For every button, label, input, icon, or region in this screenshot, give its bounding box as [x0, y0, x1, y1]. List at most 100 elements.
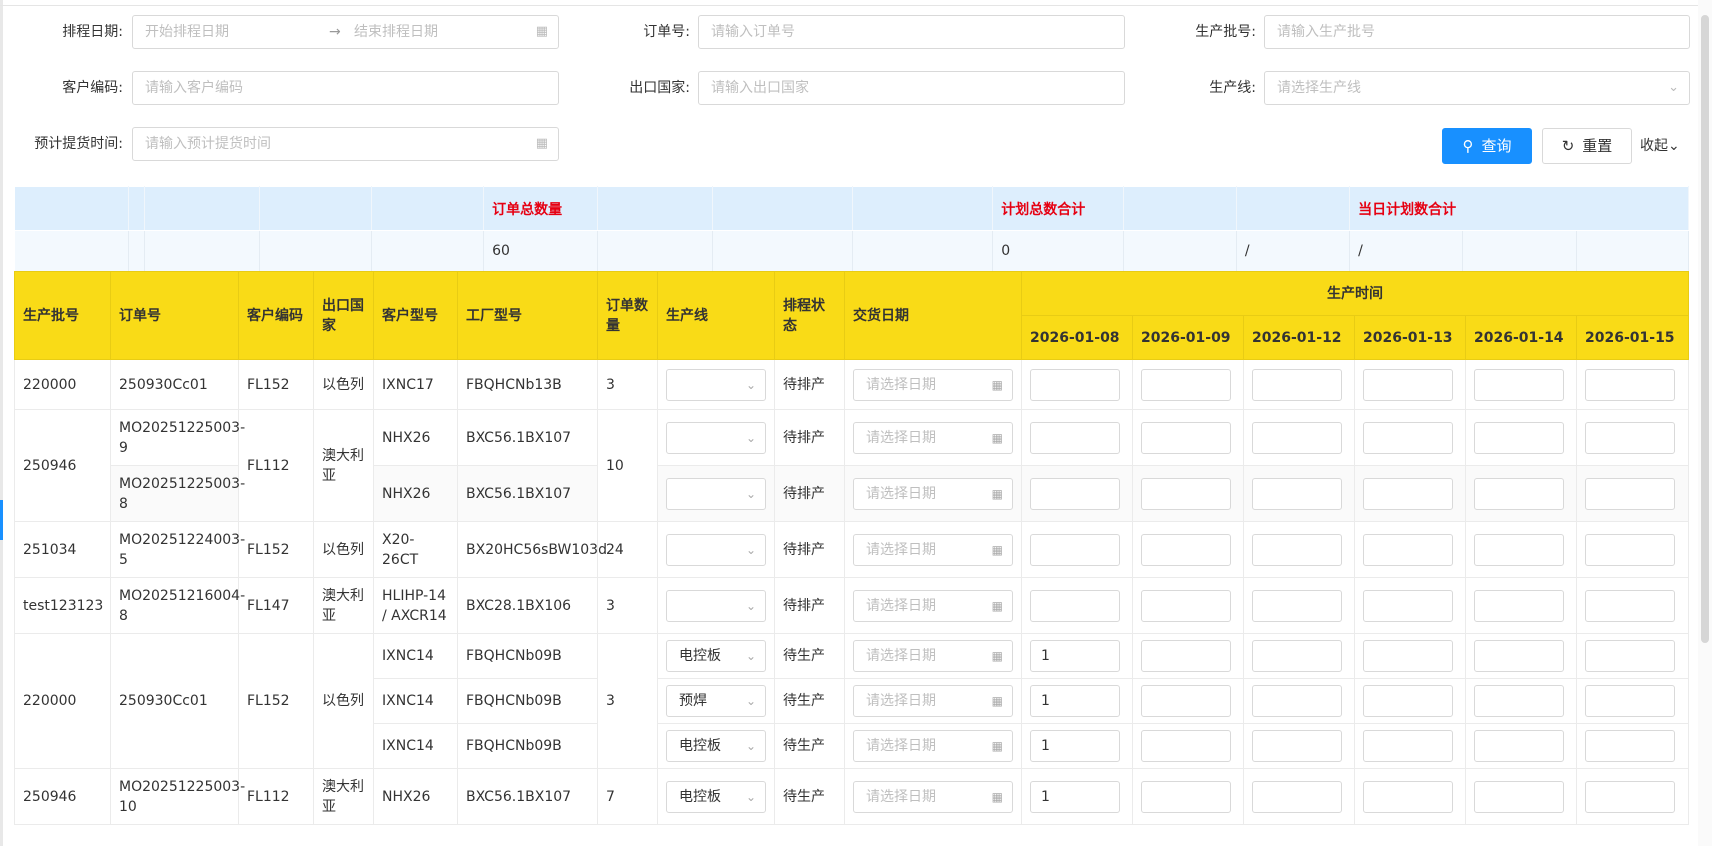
- production-qty-input[interactable]: [1141, 421, 1231, 454]
- production-qty-input[interactable]: [1363, 368, 1453, 401]
- delivery-date-placeholder: 请选择日期: [866, 648, 936, 664]
- pickup-time-picker[interactable]: 请输入预计提货时间 ▦: [132, 127, 559, 161]
- production-qty-input[interactable]: [1252, 685, 1342, 717]
- delivery-date-picker[interactable]: 请选择日期 ▦: [853, 780, 1013, 813]
- delivery-date-picker[interactable]: 请选择日期 ▦: [853, 533, 1013, 566]
- delivery-date-picker[interactable]: 请选择日期 ▦: [853, 685, 1013, 717]
- calendar-icon: ▦: [535, 136, 548, 151]
- production-qty-input[interactable]: [1363, 640, 1453, 672]
- line-select[interactable]: 预焊 ⌄: [666, 685, 766, 717]
- delivery-date-placeholder: 请选择日期: [866, 429, 936, 446]
- line-select[interactable]: ⌄: [666, 368, 766, 401]
- production-qty-input[interactable]: [1363, 685, 1453, 717]
- production-qty-input[interactable]: [1141, 685, 1231, 717]
- calendar-icon: ▦: [991, 789, 1003, 804]
- schedule-page: 排程日期: 开始排程日期 → 结束排程日期 ▦ 订单号: 请输入订单号 生产批号…: [0, 0, 1712, 846]
- schedule-date-range-picker[interactable]: 开始排程日期 → 结束排程日期 ▦: [132, 15, 559, 49]
- production-qty-input[interactable]: [1474, 640, 1564, 672]
- production-qty-input[interactable]: [1030, 368, 1120, 401]
- production-qty-input[interactable]: [1141, 640, 1231, 672]
- production-qty-input[interactable]: [1252, 368, 1342, 401]
- production-qty-input[interactable]: [1252, 589, 1342, 622]
- production-qty-input[interactable]: [1141, 730, 1231, 762]
- delivery-date-picker[interactable]: 请选择日期 ▦: [853, 477, 1013, 510]
- production-qty-input[interactable]: [1363, 533, 1453, 566]
- production-qty-input[interactable]: [1141, 368, 1231, 401]
- production-qty-input[interactable]: [1585, 421, 1675, 454]
- production-qty-input[interactable]: [1252, 730, 1342, 762]
- production-qty-input[interactable]: [1363, 730, 1453, 762]
- production-qty-input[interactable]: [1474, 368, 1564, 401]
- production-qty-input[interactable]: [1252, 640, 1342, 672]
- production-qty-input[interactable]: [1141, 477, 1231, 510]
- production-qty-input[interactable]: [1363, 589, 1453, 622]
- production-qty-input[interactable]: [1474, 477, 1564, 510]
- production-qty-input[interactable]: [1030, 421, 1120, 454]
- production-qty-input[interactable]: [1585, 477, 1675, 510]
- production-qty-input[interactable]: [1252, 780, 1342, 813]
- production-qty-input[interactable]: [1474, 421, 1564, 454]
- production-qty-input[interactable]: [1363, 421, 1453, 454]
- production-qty-input[interactable]: [1585, 685, 1675, 717]
- export-country-input[interactable]: 请输入出口国家: [698, 71, 1125, 105]
- line-select[interactable]: ⌄: [666, 421, 766, 454]
- production-qty-input[interactable]: [1474, 730, 1564, 762]
- cell-line: ⌄: [657, 577, 775, 634]
- delivery-date-picker[interactable]: 请选择日期 ▦: [853, 730, 1013, 762]
- batch-no-input[interactable]: 请输入生产批号: [1264, 15, 1690, 49]
- production-qty-input[interactable]: [1141, 780, 1231, 813]
- scrollbar-thumb[interactable]: [1701, 15, 1709, 643]
- production-qty-input[interactable]: [1252, 421, 1342, 454]
- delivery-date-picker[interactable]: 请选择日期 ▦: [853, 640, 1013, 672]
- daily-plan-total-label: 当日计划数合计: [1349, 186, 1689, 231]
- production-qty-input[interactable]: [1585, 640, 1675, 672]
- reset-button[interactable]: ↻ 重置: [1542, 128, 1632, 164]
- collapse-toggle[interactable]: 收起⌄: [1640, 128, 1680, 164]
- delivery-date-picker[interactable]: 请选择日期 ▦: [853, 421, 1013, 454]
- line-select[interactable]: ⌄: [666, 589, 766, 622]
- production-qty-input[interactable]: [1030, 477, 1120, 510]
- query-button[interactable]: ⚲ 查询: [1442, 128, 1532, 164]
- cell-customer-model: HLIHP-14 / AXCR14: [373, 577, 458, 634]
- production-qty-input[interactable]: [1363, 780, 1453, 813]
- line-select[interactable]: 电控板 ⌄: [666, 780, 766, 813]
- order-no-input[interactable]: 请输入订单号: [698, 15, 1125, 49]
- delivery-date-picker[interactable]: 请选择日期 ▦: [853, 589, 1013, 622]
- cell-order: MO20251225003-9: [110, 409, 245, 466]
- refresh-icon: ↻: [1561, 137, 1575, 155]
- production-qty-input[interactable]: [1474, 780, 1564, 813]
- cell-country: 澳大利亚: [313, 768, 374, 825]
- production-qty-input[interactable]: [1030, 589, 1120, 622]
- production-qty-input[interactable]: [1474, 589, 1564, 622]
- line-select[interactable]: ⌄: [666, 533, 766, 566]
- line-select[interactable]: 请选择生产线 ⌄: [1264, 71, 1690, 105]
- production-qty-input[interactable]: 1: [1030, 685, 1120, 717]
- production-qty-input[interactable]: [1585, 730, 1675, 762]
- production-qty-input[interactable]: [1474, 685, 1564, 717]
- production-qty-input[interactable]: 1: [1030, 780, 1120, 813]
- production-qty-input[interactable]: [1585, 589, 1675, 622]
- customer-code-input[interactable]: 请输入客户编码: [132, 71, 559, 105]
- delivery-date-picker[interactable]: 请选择日期 ▦: [853, 368, 1013, 401]
- vertical-scrollbar[interactable]: [1698, 0, 1712, 846]
- production-qty-input[interactable]: [1363, 477, 1453, 510]
- cell-customer: FL112: [238, 409, 314, 522]
- production-qty-input[interactable]: [1252, 477, 1342, 510]
- production-qty-input[interactable]: [1585, 368, 1675, 401]
- batch-no-placeholder: 请输入生产批号: [1277, 24, 1375, 40]
- export-country-placeholder: 请输入出口国家: [711, 80, 809, 96]
- production-qty-input[interactable]: 1: [1030, 640, 1120, 672]
- production-qty-input[interactable]: [1585, 780, 1675, 813]
- production-qty-input[interactable]: [1585, 533, 1675, 566]
- production-qty-input[interactable]: 1: [1030, 730, 1120, 762]
- line-select[interactable]: 电控板 ⌄: [666, 730, 766, 762]
- line-select[interactable]: 电控板 ⌄: [666, 640, 766, 672]
- line-select[interactable]: ⌄: [666, 477, 766, 510]
- production-qty-input[interactable]: [1141, 589, 1231, 622]
- production-qty-input[interactable]: [1141, 533, 1231, 566]
- cell-production-qty: [1575, 723, 1690, 769]
- production-qty-input[interactable]: [1252, 533, 1342, 566]
- cell-production-qty: [1354, 577, 1466, 634]
- production-qty-input[interactable]: [1030, 533, 1120, 566]
- production-qty-input[interactable]: [1474, 533, 1564, 566]
